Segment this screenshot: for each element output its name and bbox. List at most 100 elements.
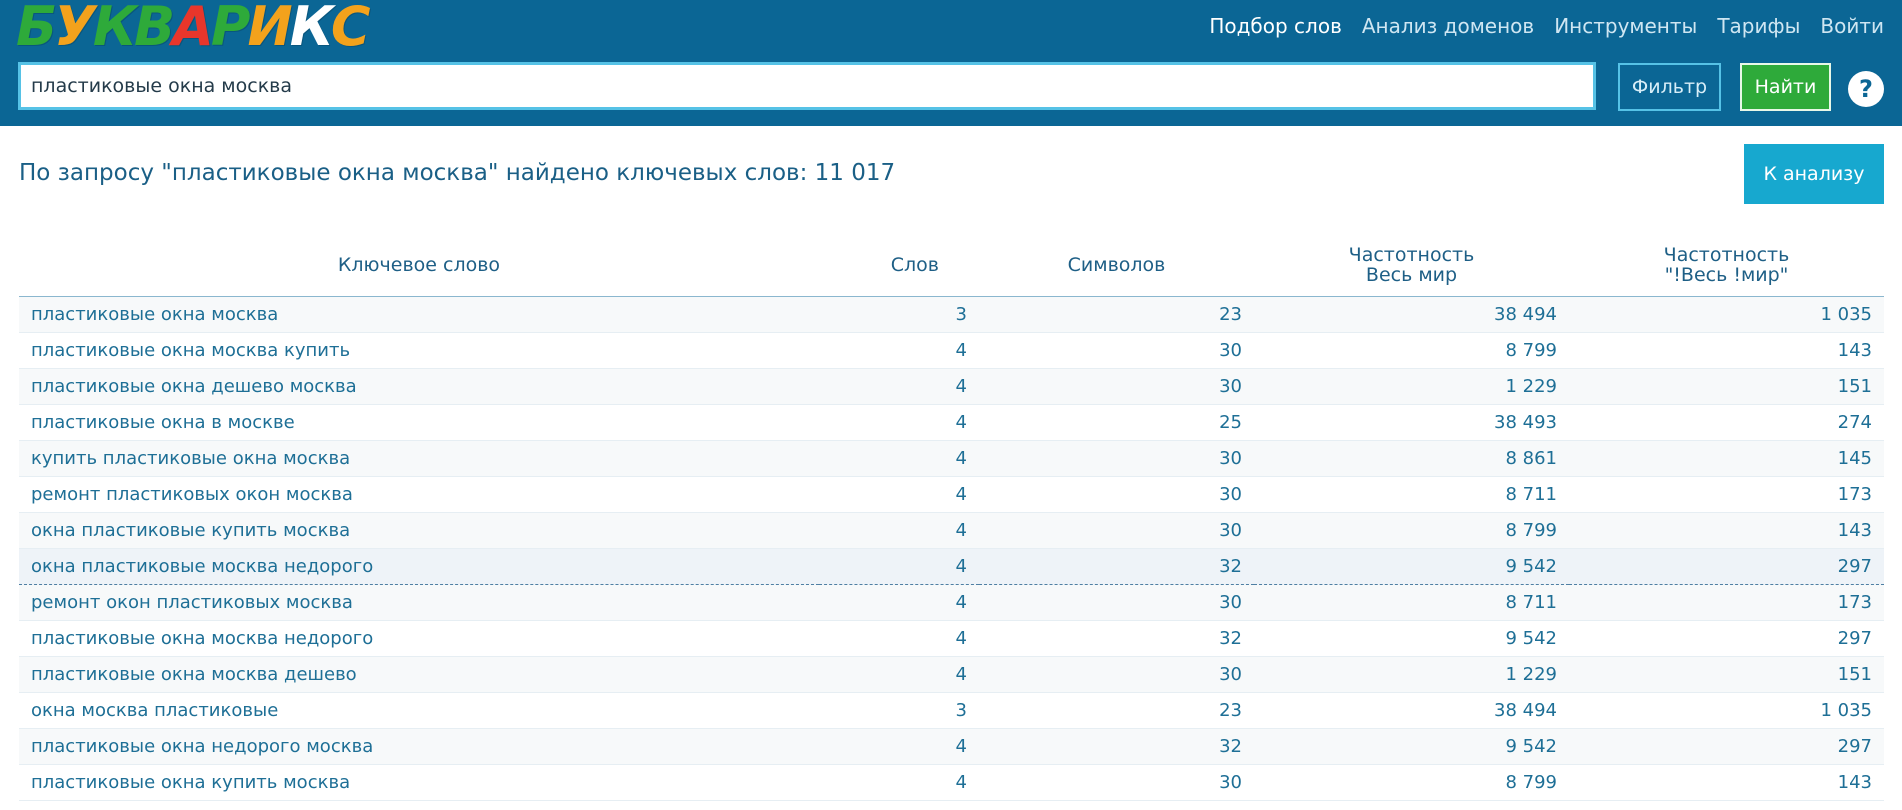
results-title: По запросу "пластиковые окна москва" най… [19,160,896,186]
cell-freq-world: 1 229 [1254,368,1569,405]
cell-keyword[interactable]: пластиковые окна купить москва [19,764,819,801]
cell-keyword[interactable]: ремонт пластиковых окон москва [19,476,819,513]
header-words[interactable]: Слов [819,234,979,297]
cell-freq-exact: 1 035 [1569,296,1884,333]
table-row[interactable]: ремонт окон пластиковых москва 4 30 8 711 17… [19,584,1884,621]
cell-words: 4 [819,512,979,549]
table-row[interactable]: окна москва пластиковые 3 23 38 494 1 035 [19,692,1884,729]
table-row[interactable]: пластиковые окна москва недорого 4 32 9 542… [19,620,1884,657]
cell-keyword[interactable]: пластиковые окна дешево москва [19,368,819,405]
table-row[interactable]: купить пластиковые окна москва 4 30 8 861 14… [19,440,1884,477]
cell-freq-world: 9 542 [1254,728,1569,765]
cell-words: 4 [819,764,979,801]
cell-freq-exact: 274 [1569,404,1884,441]
header-freq-world-line1: Частотность [1348,244,1475,266]
cell-keyword[interactable]: пластиковые окна москва [19,296,819,333]
cell-words: 4 [819,548,979,585]
top-bar: БУКВАРИКС Подбор слов Анализ доменов Инстр… [0,0,1902,126]
nav-item[interactable]: Тарифы [1717,14,1800,38]
logo-letter: С [330,0,371,58]
cell-words: 4 [819,404,979,441]
header-keyword[interactable]: Ключевое слово [19,234,819,297]
cell-chars: 30 [979,584,1254,621]
cell-freq-world: 8 711 [1254,476,1569,513]
cell-words: 3 [819,296,979,333]
table-row[interactable]: пластиковые окна дешево москва 4 30 1 229 15… [19,368,1884,405]
cell-chars: 32 [979,728,1254,765]
cell-keyword[interactable]: пластиковые окна недорого москва [19,728,819,765]
table-row[interactable]: пластиковые окна москва купить 4 30 8 799 14… [19,332,1884,369]
cell-keyword[interactable]: окна пластиковые купить москва [19,512,819,549]
cell-keyword[interactable]: пластиковые окна в москве [19,404,819,441]
header-freq-exact-line2: "!Весь !мир" [1664,264,1789,286]
cell-freq-exact: 297 [1569,620,1884,657]
cell-freq-exact: 143 [1569,512,1884,549]
header-freq-exact[interactable]: Частотность "!Весь !мир" [1569,234,1884,297]
cell-chars: 30 [979,656,1254,693]
cell-words: 4 [819,584,979,621]
to-analysis-button[interactable]: К анализу [1744,144,1884,204]
table-row[interactable]: ремонт пластиковых окон москва 4 30 8 711 17… [19,476,1884,513]
table-row[interactable]: пластиковые окна недорого москва 4 32 9 542… [19,728,1884,765]
header-freq-world-line2: Весь мир [1365,264,1458,286]
cell-freq-exact: 1 035 [1569,692,1884,729]
cell-chars: 23 [979,692,1254,729]
cell-freq-world: 8 861 [1254,440,1569,477]
cell-chars: 30 [979,764,1254,801]
nav-item[interactable]: Подбор слов [1209,14,1342,38]
cell-freq-exact: 145 [1569,440,1884,477]
cell-freq-world: 1 229 [1254,656,1569,693]
cell-words: 4 [819,656,979,693]
cell-keyword[interactable]: пластиковые окна москва недорого [19,620,819,657]
cell-keyword[interactable]: пластиковые окна москва купить [19,332,819,369]
cell-chars: 30 [979,440,1254,477]
table-row[interactable]: пластиковые окна москва дешево 4 30 1 229 15… [19,656,1884,693]
cell-freq-world: 8 799 [1254,332,1569,369]
header-freq-exact-line1: Частотность [1663,244,1790,266]
cell-words: 4 [819,728,979,765]
logo-letter: А [172,0,214,58]
header-chars[interactable]: Символов [979,234,1254,297]
table-row[interactable]: окна пластиковые москва недорого 4 32 9 542… [19,548,1884,585]
keywords-table: Ключевое слово Слов Символов Частотность… [19,234,1884,801]
logo-letter: К [289,0,334,58]
table-row[interactable]: пластиковые окна в москве 4 25 38 493 274 [19,404,1884,441]
logo-letter: В [133,0,175,58]
cell-chars: 30 [979,476,1254,513]
cell-words: 4 [819,368,979,405]
nav-item[interactable]: Анализ доменов [1362,14,1534,38]
cell-keyword[interactable]: пластиковые окна москва дешево [19,656,819,693]
cell-freq-exact: 151 [1569,656,1884,693]
cell-keyword[interactable]: ремонт окон пластиковых москва [19,584,819,621]
filter-button[interactable]: Фильтр [1618,63,1721,111]
cell-freq-world: 8 799 [1254,764,1569,801]
table-row[interactable]: окна пластиковые купить москва 4 30 8 799 14… [19,512,1884,549]
cell-freq-exact: 173 [1569,584,1884,621]
search-input[interactable] [18,62,1596,110]
cell-keyword[interactable]: купить пластиковые окна москва [19,440,819,477]
cell-freq-world: 8 711 [1254,584,1569,621]
cell-freq-world: 8 799 [1254,512,1569,549]
cell-freq-world: 9 542 [1254,548,1569,585]
table-row[interactable]: пластиковые окна купить москва 4 30 8 799 14… [19,764,1884,801]
logo-letter: И [247,0,293,58]
site-logo[interactable]: БУКВАРИКС [16,0,371,58]
nav-item[interactable]: Инструменты [1554,14,1697,38]
cell-chars: 25 [979,404,1254,441]
cell-chars: 32 [979,548,1254,585]
cell-chars: 30 [979,512,1254,549]
help-icon[interactable]: ? [1848,71,1884,107]
header-freq-world[interactable]: Частотность Весь мир [1254,234,1569,297]
cell-chars: 23 [979,296,1254,333]
cell-words: 4 [819,440,979,477]
cell-freq-world: 9 542 [1254,620,1569,657]
cell-keyword[interactable]: окна пластиковые москва недорого [19,548,819,585]
cell-words: 3 [819,692,979,729]
logo-letter: У [54,0,96,58]
table-row[interactable]: пластиковые окна москва 3 23 38 494 1 035 [19,296,1884,333]
cell-keyword[interactable]: окна москва пластиковые [19,692,819,729]
nav-item[interactable]: Войти [1820,14,1884,38]
find-button[interactable]: Найти [1740,63,1831,111]
cell-freq-exact: 297 [1569,548,1884,585]
logo-letter: Р [210,0,251,58]
